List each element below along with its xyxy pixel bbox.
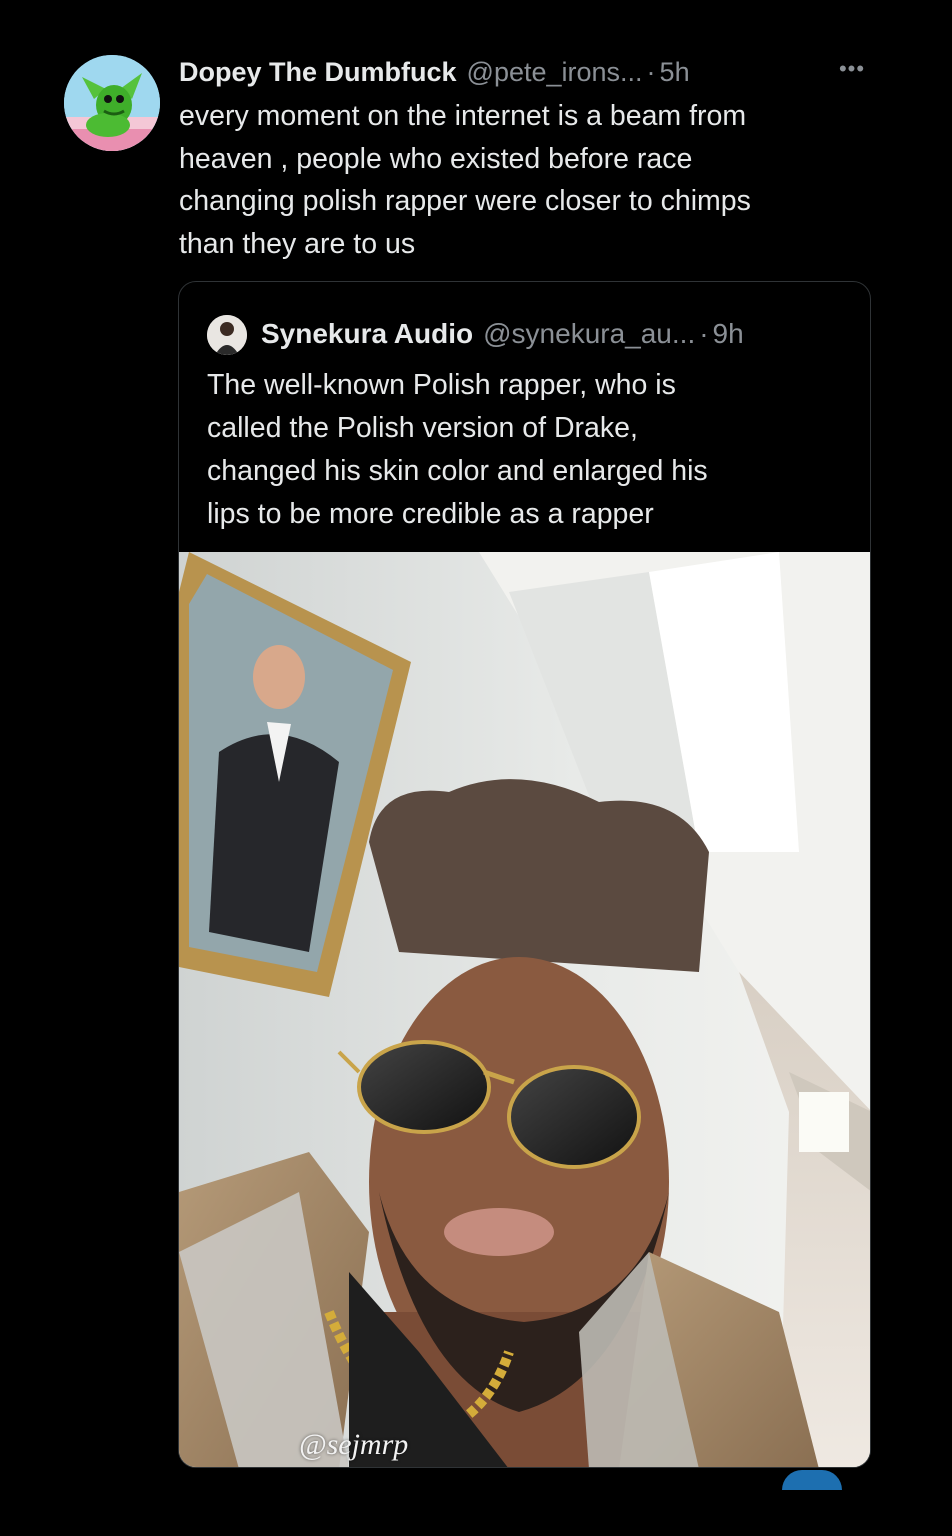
- quote-author-name[interactable]: Synekura Audio: [261, 318, 473, 350]
- quote-author-avatar[interactable]: [207, 315, 247, 355]
- author-avatar[interactable]: [64, 55, 160, 151]
- selfie-photo-illustration: [179, 552, 870, 1467]
- quote-photo[interactable]: @sejmrp: [179, 552, 870, 1467]
- quote-author-handle[interactable]: @synekura_au...: [483, 318, 695, 350]
- quote-time[interactable]: 9h: [713, 318, 744, 350]
- quote-text-line: lips to be more credible as a rapper: [207, 498, 654, 530]
- tweet-text-line: every moment on the internet is a beam f…: [179, 100, 747, 132]
- quote-header: Synekura Audio @synekura_au... · 9h: [261, 314, 861, 354]
- photo-watermark: @sejmrp: [299, 1428, 409, 1461]
- author-name[interactable]: Dopey The Dumbfuck: [179, 57, 457, 88]
- more-options-icon[interactable]: •••: [832, 54, 872, 84]
- author-handle[interactable]: @pete_irons...: [467, 57, 643, 88]
- tweet-header: Dopey The Dumbfuck @pete_irons... · 5h: [179, 54, 879, 90]
- partial-button-edge: [782, 1470, 842, 1490]
- tweet-text-line: than they are to us: [179, 227, 416, 260]
- tweet-text-line: heaven , people who existed before race: [179, 142, 693, 175]
- quote-text: The well-known Polish rapper, who is cal…: [207, 364, 847, 536]
- tweet-time[interactable]: 5h: [660, 57, 690, 88]
- separator-dot: ·: [699, 318, 709, 349]
- tweet-text-line: changing polish rapper were closer to ch…: [179, 185, 751, 217]
- quote-text-line: changed his skin color and enlarged his: [207, 455, 708, 487]
- person-avatar-icon: [207, 315, 247, 355]
- quote-text-line: called the Polish version of Drake,: [207, 412, 638, 444]
- quoted-tweet-card[interactable]: Synekura Audio @synekura_au... · 9h The …: [178, 281, 871, 1468]
- tweet-text: every moment on the internet is a beam f…: [179, 95, 879, 265]
- green-dragon-avatar-icon: [64, 55, 160, 151]
- quote-text-line: The well-known Polish rapper, who is: [207, 369, 676, 401]
- separator-dot: ·: [646, 56, 656, 87]
